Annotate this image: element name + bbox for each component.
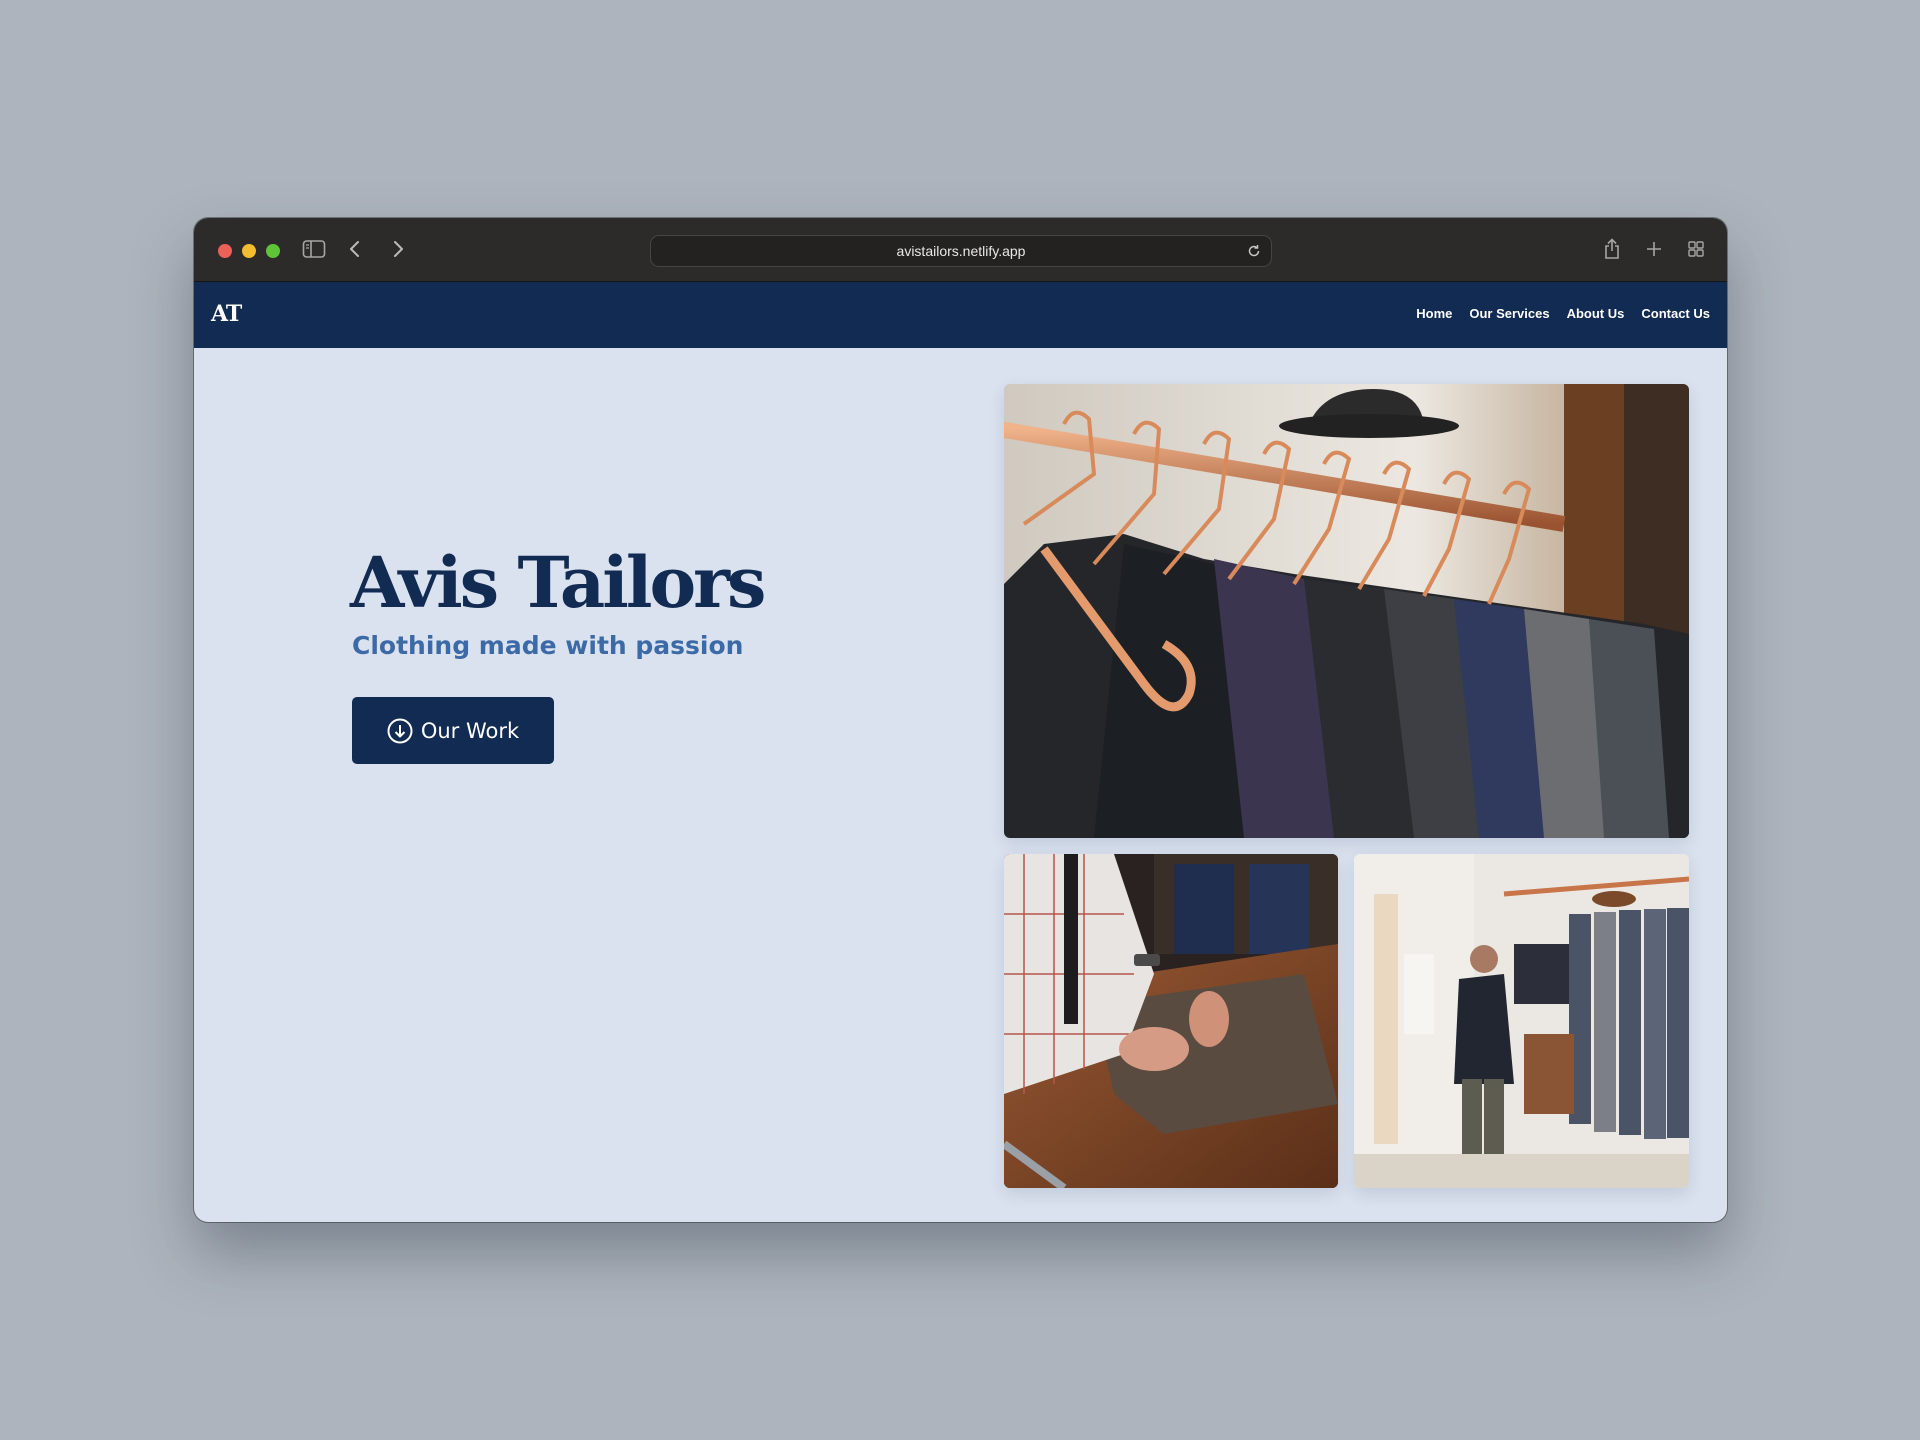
close-window-button[interactable]	[218, 244, 232, 258]
address-bar[interactable]: avistailors.netlify.app	[650, 235, 1272, 267]
nav-link-contact-us[interactable]: Contact Us	[1641, 306, 1710, 321]
chevron-right-icon[interactable]	[383, 234, 413, 264]
nav-link-about-us[interactable]: About Us	[1567, 306, 1625, 321]
sidebar-icon[interactable]	[299, 234, 329, 264]
tab-overview-icon[interactable]	[1681, 234, 1711, 264]
chevron-left-icon[interactable]	[340, 234, 370, 264]
hero-subtitle: Clothing made with passion	[352, 631, 744, 660]
plus-icon[interactable]	[1639, 234, 1669, 264]
nav-link-our-services[interactable]: Our Services	[1469, 306, 1549, 321]
nav-link-home[interactable]: Home	[1416, 306, 1452, 321]
zoom-window-button[interactable]	[266, 244, 280, 258]
site-logo[interactable]: AT	[211, 301, 242, 327]
site-nav: Home Our Services About Us Contact Us	[1416, 306, 1710, 321]
suits-on-rack-photo	[1004, 384, 1689, 838]
browser-window: avistailors.netlify.app AT Home Our Serv…	[194, 218, 1727, 1222]
browser-toolbar: avistailors.netlify.app	[194, 218, 1727, 282]
reload-icon[interactable]	[1245, 242, 1263, 260]
site-header: AT Home Our Services About Us Contact Us	[194, 282, 1727, 348]
tailor-cutting-fabric-photo	[1004, 854, 1338, 1188]
url-text: avistailors.netlify.app	[896, 243, 1026, 259]
share-icon[interactable]	[1597, 234, 1627, 264]
our-work-button-label: Our Work	[420, 718, 520, 743]
customer-in-tailor-shop-photo	[1354, 854, 1689, 1188]
minimize-window-button[interactable]	[242, 244, 256, 258]
hero-title: Avis Tailors	[350, 541, 766, 624]
our-work-button[interactable]: Our Work	[352, 697, 554, 764]
arrow-down-circle-icon	[387, 718, 413, 743]
